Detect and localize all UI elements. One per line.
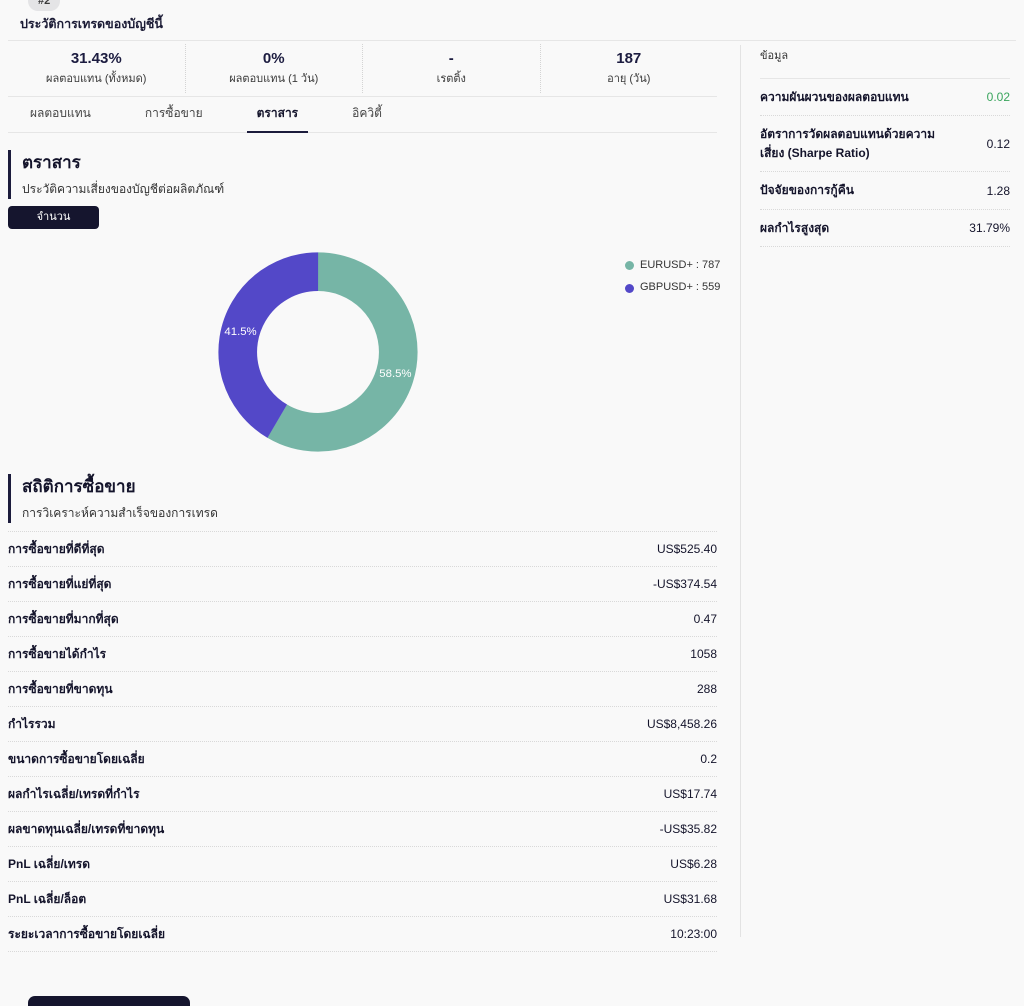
table-row-label: ผลกำไรเฉลี่ย/เทรดที่กำไร: [8, 785, 140, 803]
table-row-avg-trade-size: ขนาดการซื้อขายโดยเฉลี่ย 0.2: [8, 742, 717, 777]
donut-percent-label: 58.5%: [379, 368, 411, 380]
table-row-label: การซื้อขายได้กำไร: [8, 645, 106, 663]
donut-chart-svg: 58.5% 41.5%: [209, 243, 427, 461]
table-row-value: US$17.74: [664, 787, 717, 801]
tab-returns[interactable]: ผลตอบแทน: [20, 96, 101, 132]
trade-stats-table: การซื้อขายที่ดีที่สุดUS$525.40การซื้อขาย…: [8, 531, 717, 952]
info-panel-rows: ความผันผวนของผลตอบแทน 0.02 อัตราการวัดผลตอ…: [760, 79, 1010, 248]
table-row-best-trade: การซื้อขายที่ดีที่สุด US$525.40: [8, 532, 717, 567]
table-row-worst-trade: การซื้อขายที่แย่ที่สุด -US$374.54: [8, 567, 717, 602]
page-title: ประวัติการเทรดของบัญชีนี้: [20, 14, 163, 34]
info-label: อัตราการวัดผลตอบแทนด้วยความเสี่ยง (Sharp…: [760, 125, 938, 162]
stat-rating: - เรตติ้ง: [362, 44, 540, 93]
legend-item: EURUSD+ : 787: [625, 258, 720, 273]
stat-value: 31.43%: [8, 48, 185, 69]
table-row-label: การซื้อขายที่ดีที่สุด: [8, 540, 105, 558]
legend-item: GBPUSD+ : 559: [625, 280, 720, 295]
table-row-value: US$525.40: [657, 542, 717, 556]
legend-label: GBPUSD+ : 559: [640, 280, 720, 295]
legend-label: EURUSD+ : 787: [640, 258, 720, 273]
stat-return-1day: 0% ผลตอบแทน (1 วัน): [185, 44, 363, 93]
legend-color-dot: [625, 284, 634, 293]
table-row-label: PnL เฉลี่ย/ล็อต: [8, 890, 86, 908]
stat-value: 0%: [186, 48, 363, 69]
clipped-button-bottom[interactable]: [28, 996, 190, 1006]
info-value: 31.79%: [969, 221, 1010, 235]
info-row-volatility: ความผันผวนของผลตอบแทน 0.02: [760, 79, 1010, 117]
table-row-label: PnL เฉลี่ย/เทรด: [8, 855, 90, 873]
table-row-largest-trade: การซื้อขายที่มากที่สุด 0.47: [8, 602, 717, 637]
stat-label: เรตติ้ง: [363, 71, 540, 89]
tab-bar: ผลตอบแทน การซื้อขาย ตราสาร อิควิตี้: [8, 96, 717, 133]
stat-return-total: 31.43% ผลตอบแทน (ทั้งหมด): [8, 44, 185, 93]
account-history-page: #2 ประวัติการเทรดของบัญชีนี้ 31.43%ผลตอบ…: [0, 0, 1024, 1006]
info-panel-title: ข้อมูล: [760, 48, 1010, 79]
table-row-profitable-trades: การซื้อขายได้กำไร 1058: [8, 637, 717, 672]
table-row-label: ระยะเวลาการซื้อขายโดยเฉลี่ย: [8, 925, 165, 943]
table-row-value: -US$374.54: [653, 577, 717, 591]
donut-percent-label: 41.5%: [224, 326, 256, 338]
main-sidebar-divider: [740, 45, 741, 937]
info-value: 0.02: [987, 90, 1010, 104]
table-row-label: ผลขาดทุนเฉลี่ย/เทรดที่ขาดทุน: [8, 820, 164, 838]
stat-value: -: [363, 48, 540, 69]
table-row-label: กำไรรวม: [8, 715, 56, 733]
legend-color-dot: [625, 261, 634, 270]
table-row-value: 0.2: [700, 752, 717, 766]
table-row-label: การซื้อขายที่มากที่สุด: [8, 610, 119, 628]
table-row-avg-loss-per-losing-trade: ผลขาดทุนเฉลี่ย/เทรดที่ขาดทุน -US$35.82: [8, 812, 717, 847]
stat-label: ผลตอบแทน (ทั้งหมด): [8, 71, 185, 89]
table-row-value: US$31.68: [664, 892, 717, 906]
table-row-value: 288: [697, 682, 717, 696]
instruments-donut-chart: 58.5% 41.5%: [209, 243, 427, 461]
stat-label: ผลตอบแทน (1 วัน): [186, 71, 363, 89]
stat-value: 187: [541, 48, 718, 69]
instruments-section-title: ตราสาร: [22, 150, 224, 176]
trade-stats-title: สถิติการซื้อขาย: [22, 474, 218, 500]
table-row-value: 10:23:00: [670, 927, 717, 941]
info-row-sharpe-ratio: อัตราการวัดผลตอบแทนด้วยความเสี่ยง (Sharp…: [760, 116, 1010, 172]
table-row-avg-profit-per-winning-trade: ผลกำไรเฉลี่ย/เทรดที่กำไร US$17.74: [8, 777, 717, 812]
table-row-value: US$8,458.26: [647, 717, 717, 731]
trade-stats-subtitle: การวิเคราะห์ความสำเร็จของการเทรด: [22, 503, 218, 523]
summary-stats-row: 31.43% ผลตอบแทน (ทั้งหมด)0% ผลตอบแทน (1 วั…: [8, 41, 717, 97]
info-panel: ข้อมูล ความผันผวนของผลตอบแทน 0.02 อัตราการ…: [760, 48, 1010, 247]
info-label: ปัจจัยของการกู้คืน: [760, 181, 854, 200]
table-row-value: -US$35.82: [660, 822, 717, 836]
table-row-label: ขนาดการซื้อขายโดยเฉลี่ย: [8, 750, 145, 768]
account-number-badge: #2: [28, 0, 60, 11]
stat-age-days: 187 อายุ (วัน): [540, 44, 718, 93]
table-row-avg-trade-duration: ระยะเวลาการซื้อขายโดยเฉลี่ย 10:23:00: [8, 917, 717, 952]
table-row-value: US$6.28: [670, 857, 717, 871]
info-row-max-profit: ผลกำไรสูงสุด 31.79%: [760, 210, 1010, 248]
tab-trading[interactable]: การซื้อขาย: [135, 96, 213, 132]
table-row-value: 0.47: [694, 612, 717, 626]
table-row-avg-pnl-per-lot: PnL เฉลี่ย/ล็อต US$31.68: [8, 882, 717, 917]
tab-equity[interactable]: อิควิตี้: [342, 96, 392, 132]
trade-stats-section-header: สถิติการซื้อขาย การวิเคราะห์ความสำเร็จขอ…: [8, 474, 218, 523]
table-row-losing-trades: การซื้อขายที่ขาดทุน 288: [8, 672, 717, 707]
table-row-avg-pnl-per-trade: PnL เฉลี่ย/เทรด US$6.28: [8, 847, 717, 882]
instruments-section-subtitle: ประวัติความเสี่ยงของบัญชีต่อผลิตภัณฑ์: [22, 179, 224, 199]
table-row-label: การซื้อขายที่ขาดทุน: [8, 680, 113, 698]
info-value: 0.12: [987, 137, 1010, 151]
table-row-label: การซื้อขายที่แย่ที่สุด: [8, 575, 111, 593]
tab-instruments[interactable]: ตราสาร: [247, 96, 308, 132]
info-value: 1.28: [987, 184, 1010, 198]
info-label: ผลกำไรสูงสุด: [760, 219, 829, 238]
amount-toggle-button[interactable]: จำนวน: [8, 206, 99, 229]
table-row-value: 1058: [690, 647, 717, 661]
info-row-recovery-factor: ปัจจัยของการกู้คืน 1.28: [760, 172, 1010, 210]
chart-legend: EURUSD+ : 787 GBPUSD+ : 559: [625, 258, 720, 303]
table-row-total-profit: กำไรรวม US$8,458.26: [8, 707, 717, 742]
stat-label: อายุ (วัน): [541, 71, 718, 89]
instruments-section-header: ตราสาร ประวัติความเสี่ยงของบัญชีต่อผลิตภ…: [8, 150, 224, 199]
info-label: ความผันผวนของผลตอบแทน: [760, 88, 909, 107]
